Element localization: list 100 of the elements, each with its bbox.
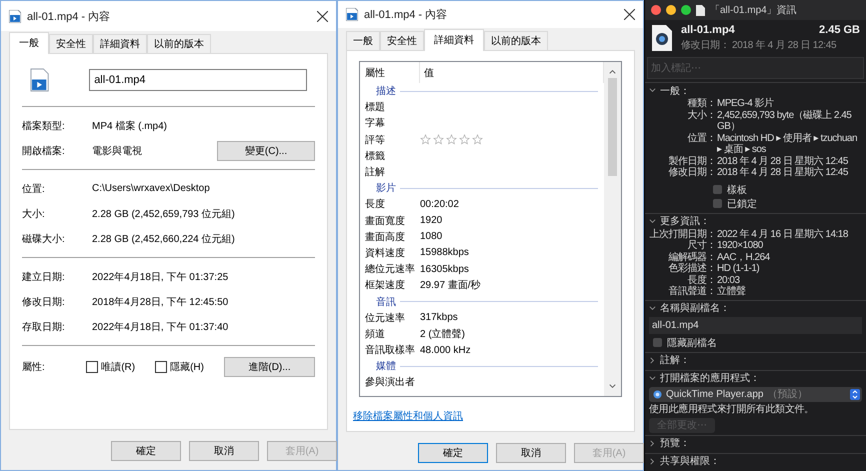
disclosure-chevron-icon[interactable] — [649, 304, 656, 312]
property-name: 音訊取樣率 — [365, 344, 416, 358]
checkbox[interactable]: 樣板 — [649, 182, 862, 196]
checkbox-label: 隱藏副檔名 — [667, 336, 717, 350]
checkbox-box[interactable] — [155, 361, 168, 373]
tab[interactable]: 安全性 — [380, 31, 424, 50]
chevron-up-icon[interactable] — [608, 67, 617, 76]
window-title: all-01.mp4 - 內容 — [364, 8, 448, 22]
section-title[interactable]: 更多資訊： — [660, 214, 710, 228]
dialog-button[interactable]: 取消 — [189, 441, 259, 461]
close-icon[interactable] — [624, 9, 635, 20]
file-name: all-01.mp4 — [681, 24, 735, 36]
group-heading: 音訊 — [376, 296, 396, 309]
disclosure-chevron-icon[interactable] — [649, 356, 656, 364]
info-value: 20:03 — [717, 274, 741, 286]
info-value: 2,452,659,793 byte（磁碟上 2.45 GB） — [717, 110, 852, 132]
star-icon[interactable] — [459, 134, 470, 146]
property-value: MP4 檔案 (.mp4) — [92, 120, 168, 132]
section-title[interactable]: 一般： — [660, 84, 690, 98]
tab[interactable]: 詳細資料 — [93, 34, 147, 53]
property-name: 畫面高度 — [365, 230, 406, 244]
property-label: 修改日期: — [22, 296, 66, 308]
checkbox[interactable]: 隱藏(H) — [155, 360, 204, 374]
info-label: 種類： — [686, 98, 716, 110]
tab[interactable]: 一般 — [9, 32, 49, 54]
group-heading: 媒體 — [376, 360, 396, 374]
property-value: 2 (立體聲) — [420, 328, 466, 341]
advanced-button[interactable]: 進階(D)... — [224, 357, 315, 377]
section-title[interactable]: 打開檔案的應用程式： — [660, 371, 760, 385]
disclosure-chevron-icon[interactable] — [649, 374, 656, 382]
checkbox-label: 唯讀(R) — [101, 360, 136, 374]
disclosure-chevron-icon[interactable] — [649, 87, 656, 94]
checkbox-box[interactable] — [713, 185, 722, 194]
info-label: 上次打開日期： — [649, 228, 716, 240]
file-name-field[interactable]: all-01.mp4 — [89, 69, 307, 91]
tab[interactable]: 以前的版本 — [147, 34, 211, 53]
modified-date: 修改日期： 2018 年 4 月 28 日 12:45 — [681, 38, 838, 52]
property-name: 評等 — [365, 134, 386, 147]
remove-properties-link[interactable]: 移除檔案屬性和個人資訊 — [353, 409, 463, 423]
info-label: 尺寸： — [686, 240, 716, 252]
video-file-icon — [651, 24, 673, 52]
disclosure-chevron-icon[interactable] — [649, 458, 656, 464]
tab[interactable]: 一般 — [346, 31, 380, 50]
window-title: all-01.mp4 - 內容 — [27, 10, 110, 24]
column-header[interactable]: 屬性 — [365, 62, 420, 83]
scroll-bar[interactable] — [604, 62, 621, 396]
group-heading: 影片 — [376, 182, 396, 196]
section-title[interactable]: 名稱與副檔名： — [660, 301, 730, 315]
section-title[interactable]: 註解： — [660, 353, 690, 367]
property-value: 2.28 GB (2,452,660,224 位元組) — [92, 232, 236, 246]
checkbox[interactable]: 隱藏副檔名 — [649, 336, 862, 350]
zoom-button[interactable] — [681, 5, 691, 15]
dialog-button[interactable]: 取消 — [496, 443, 566, 463]
video-file-icon — [30, 68, 50, 92]
info-label: 大小： — [686, 110, 716, 122]
group-heading: 描述 — [376, 84, 396, 98]
dialog-button[interactable]: 確定 — [111, 441, 181, 461]
property-value: 317kbps — [420, 312, 459, 324]
checkbox-box[interactable] — [86, 361, 98, 373]
property-value: 2.28 GB (2,452,659,793 位元組) — [92, 208, 236, 220]
disclosure-chevron-icon[interactable] — [649, 218, 656, 224]
app-dropdown[interactable]: QuickTime Player.app （預設） — [649, 386, 862, 402]
tab[interactable]: 以前的版本 — [484, 31, 548, 50]
close-button[interactable] — [651, 5, 661, 15]
checkbox-label: 樣板 — [727, 184, 747, 196]
video-file-icon — [346, 8, 358, 21]
property-value: 電影與電視 — [92, 144, 143, 158]
checkbox[interactable]: 唯讀(R) — [86, 360, 136, 374]
disclosure-chevron-icon[interactable] — [649, 440, 656, 446]
tab[interactable]: 安全性 — [49, 34, 93, 53]
star-icon[interactable] — [446, 134, 457, 146]
chevron-down-icon[interactable] — [608, 382, 617, 391]
property-name: 長度 — [365, 198, 386, 212]
property-label: 位置: — [22, 182, 46, 196]
tab[interactable]: 詳細資料 — [424, 29, 484, 51]
file-size: 2.45 GB — [819, 24, 860, 36]
checkbox-box[interactable] — [653, 338, 662, 347]
change-button[interactable]: 變更(C)... — [217, 140, 315, 160]
info-label: 編解碼器： — [668, 252, 716, 262]
property-value: 48.000 kHz — [420, 344, 472, 356]
star-icon[interactable] — [472, 134, 483, 146]
star-icon[interactable] — [420, 134, 431, 146]
file-name-field[interactable]: all-01.mp4 — [649, 316, 862, 334]
scroll-thumb[interactable] — [608, 78, 617, 176]
property-name: 標籤 — [365, 150, 386, 163]
section-title[interactable]: 共享與權限： — [660, 454, 720, 468]
property-name: 畫面寬度 — [365, 214, 406, 228]
minimize-button[interactable] — [666, 5, 676, 15]
dialog-button[interactable]: 確定 — [418, 443, 488, 463]
property-value: 2022年4月18日, 下午 01:37:40 — [92, 320, 230, 334]
info-value: 2018 年 4 月 28 日 星期六 12:45 — [717, 167, 849, 178]
section-title[interactable]: 預覽： — [660, 436, 690, 450]
checkbox[interactable]: 已鎖定 — [649, 196, 862, 210]
checkbox-box[interactable] — [713, 199, 722, 208]
info-value: 2018 年 4 月 28 日 星期六 12:45 — [717, 156, 849, 166]
property-name: 框架速度 — [365, 278, 406, 292]
property-label: 檔案類型: — [22, 120, 66, 132]
property-name: 註解 — [365, 166, 386, 180]
star-icon[interactable] — [433, 134, 444, 146]
close-icon[interactable] — [317, 10, 328, 22]
